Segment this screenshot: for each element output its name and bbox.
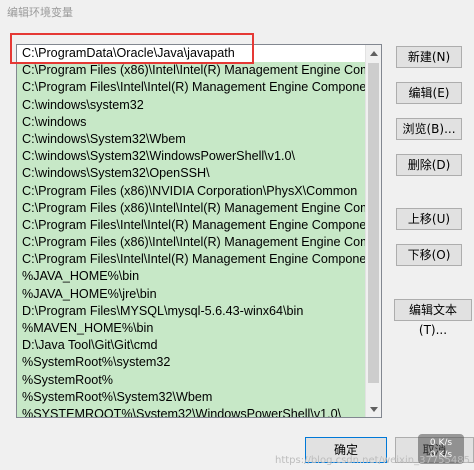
list-item[interactable]: %MAVEN_HOME%\bin: [17, 320, 366, 338]
move-down-button[interactable]: 下移(O): [396, 244, 462, 266]
env-var-list[interactable]: C:\ProgramData\Oracle\Java\javapath C:\Pr…: [16, 44, 382, 418]
new-button[interactable]: 新建(N): [396, 46, 462, 68]
vertical-scrollbar[interactable]: [365, 45, 381, 417]
scroll-thumb[interactable]: [368, 63, 379, 383]
list-item[interactable]: C:\ProgramData\Oracle\Java\javapath: [17, 45, 366, 63]
list-item[interactable]: C:\Program Files\Intel\Intel(R) Manageme…: [17, 251, 366, 269]
list-item[interactable]: %JAVA_HOME%\jre\bin: [17, 285, 366, 303]
delete-button[interactable]: 删除(D): [396, 154, 462, 176]
edit-button[interactable]: 编辑(E): [396, 82, 462, 104]
list-item[interactable]: %SystemRoot%\System32\Wbem: [17, 388, 366, 406]
list-item[interactable]: C:\Program Files (x86)\NVIDIA Corporatio…: [17, 182, 366, 200]
upload-speed: 0 K/s: [429, 438, 453, 448]
list-item[interactable]: C:\Program Files\Intel\Intel(R) Manageme…: [17, 79, 366, 97]
list-item[interactable]: C:\windows\system32: [17, 96, 366, 114]
list-item[interactable]: %SystemRoot%: [17, 371, 366, 389]
list-item[interactable]: D:\Java Tool\Git\Git\cmd: [17, 337, 366, 355]
list-item[interactable]: %SystemRoot%\system32: [17, 354, 366, 372]
list-item[interactable]: %SYSTEMROOT%\System32\WindowsPowerShell\…: [17, 405, 366, 417]
scroll-down-arrow-icon[interactable]: [366, 401, 381, 417]
scroll-up-arrow-icon[interactable]: [366, 45, 381, 61]
move-up-button[interactable]: 上移(U): [396, 208, 462, 230]
list-item[interactable]: D:\Program Files\MYSQL\mysql-5.6.43-winx…: [17, 302, 366, 320]
window-title: 编辑环境变量: [7, 6, 73, 19]
watermark: https://blog.csdn.net/weixin_37755485: [274, 455, 470, 466]
list-rows: C:\ProgramData\Oracle\Java\javapath C:\Pr…: [17, 45, 366, 417]
list-item[interactable]: C:\Program Files\Intel\Intel(R) Manageme…: [17, 216, 366, 235]
edit-text-button[interactable]: 编辑文本(T)...: [394, 299, 472, 337]
list-item[interactable]: C:\windows\System32\Wbem: [17, 130, 366, 149]
list-item[interactable]: %JAVA_HOME%\bin: [17, 268, 366, 286]
list-item[interactable]: C:\Program Files (x86)\Intel\Intel(R) Ma…: [17, 199, 366, 217]
list-item[interactable]: C:\windows: [17, 113, 366, 131]
list-item[interactable]: C:\Program Files (x86)\Intel\Intel(R) Ma…: [17, 234, 366, 252]
list-item[interactable]: C:\windows\System32\OpenSSH\: [17, 165, 366, 183]
list-item[interactable]: C:\windows\System32\WindowsPowerShell\v1…: [17, 148, 366, 166]
list-item[interactable]: C:\Program Files (x86)\Intel\Intel(R) Ma…: [17, 62, 366, 80]
browse-button[interactable]: 浏览(B)...: [396, 118, 462, 140]
